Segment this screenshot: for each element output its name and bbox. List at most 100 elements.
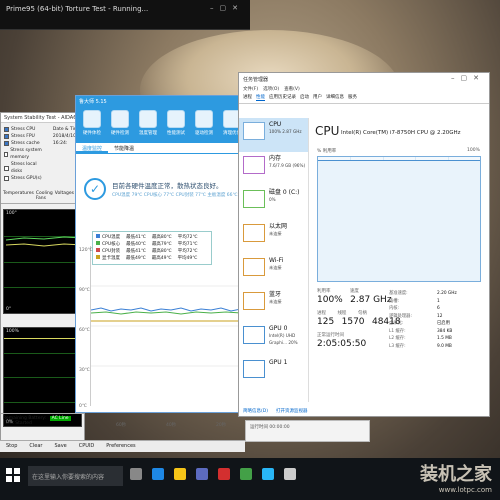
aida64-icon[interactable] (218, 468, 230, 480)
master-lu-tab[interactable]: 温度监控 (76, 143, 109, 153)
master-lu-tool[interactable]: 性能测试 (164, 110, 188, 136)
sidebar-item-name: CPU (269, 121, 282, 128)
stress-option-label: Stress GPU(s) (11, 176, 42, 181)
window-controls[interactable]: –▢✕ (210, 4, 244, 12)
legend-label: 显卡温度 (102, 256, 120, 261)
sidebar-item[interactable]: GPU 0 Intel(R) UHD Graphi... 20% (239, 322, 308, 356)
store-icon[interactable] (196, 468, 208, 480)
master-lu-tab[interactable]: 节能降温 (108, 143, 140, 153)
menu-item[interactable]: 查看(V) (284, 86, 300, 92)
menu-item[interactable]: 选项(O) (263, 86, 279, 92)
master-lu-window[interactable]: 鲁大师 5.15 硬件体检硬件检测温度管理性能测试驱动检测清理优化装机必备 温度… (75, 95, 269, 428)
cpu-usage-chart (317, 156, 481, 282)
checkbox[interactable] (4, 176, 9, 181)
aida-bottom-button[interactable]: Save (54, 443, 66, 450)
legend-avg: 平均72℃ (177, 249, 198, 254)
performance-sidebar: CPU 100% 2.87 GHz 内存 7.6/7.9 GB (96%) 磁盘 0 (… (239, 118, 309, 402)
legend-max: 最高79℃ (151, 242, 172, 247)
master-lu-tool[interactable]: 驱动检测 (192, 110, 216, 136)
tab[interactable]: 详细信息 (326, 94, 344, 101)
spec-row: L1 缓存: 384 KB (389, 328, 489, 336)
tool-icon (167, 110, 185, 128)
tab[interactable]: 用户 (313, 94, 322, 101)
edge-icon[interactable] (152, 468, 164, 480)
checkbox[interactable] (4, 165, 9, 171)
task-manager-icon[interactable] (284, 468, 296, 480)
master-lu-tool[interactable]: 温度管理 (136, 110, 160, 136)
graph2-top-label: 100% (6, 329, 19, 334)
y-tick: 60℃ (79, 328, 90, 333)
resource-monitor-link[interactable]: 打开资源监视器 (276, 408, 308, 414)
master-lu-tool[interactable]: 硬件体检 (80, 110, 104, 136)
sidebar-item[interactable]: 内存 7.6/7.9 GB (96%) (239, 152, 308, 186)
util-stat-label: 利用率 (317, 289, 331, 294)
check-icon: ✓ (84, 178, 106, 200)
legend-swatch (96, 234, 100, 238)
sidebar-item[interactable]: 蓝牙 未连接 (239, 288, 308, 322)
master-lu-icon[interactable] (262, 468, 274, 480)
spec-row: 逻辑处理器: 12 (389, 313, 489, 321)
sidebar-item[interactable]: GPU 1 (239, 356, 308, 390)
task-view-icon[interactable] (130, 468, 142, 480)
tab[interactable]: 服务 (348, 94, 357, 101)
fewer-details-link[interactable]: 简略信息(D) (243, 408, 268, 414)
sidebar-item-value: 未连接 (269, 265, 282, 270)
task-manager-window[interactable]: 任务管理器 –▢✕ 文件(F) 选项(O) 查看(V) 进程 性能 应用历史记录 启动 用户… (238, 72, 490, 417)
master-lu-tabs: 温度监控 节能降温 (76, 143, 244, 154)
prime95-title: Prime95 (64-bit) Torture Test - Running.… (6, 5, 149, 13)
aida-tab[interactable]: Cooling Fans (36, 191, 53, 201)
stress-option-label: Stress FPU (11, 134, 35, 139)
aida-stability-window[interactable]: System Stability Test - AIDA64 Stress CP… (0, 112, 85, 442)
tool-label: 温度管理 (139, 131, 157, 136)
temperature-chart (90, 246, 241, 406)
aida-bottom-button[interactable]: Stop (6, 443, 17, 450)
cpu-usage-graph: 100% 0% (3, 327, 82, 427)
stress-option[interactable]: Stress local disks (4, 161, 48, 175)
sidebar-item[interactable]: CPU 100% 2.87 GHz (239, 118, 308, 152)
third-window[interactable]: 运行时间 00:00:00 (245, 420, 370, 442)
aida-bottom-button[interactable]: Preferences (106, 443, 135, 450)
tool-label: 硬件体检 (83, 131, 101, 136)
aida-bottom-button[interactable]: Clear (29, 443, 42, 450)
sidebar-item[interactable]: 以太网 未连接 (239, 220, 308, 254)
folder-icon[interactable] (174, 468, 186, 480)
legend-avg: 平均72℃ (177, 235, 198, 240)
window-controls[interactable]: –▢✕ (451, 74, 485, 82)
stress-option[interactable]: Stress CPU (4, 126, 48, 133)
mini-graph (243, 292, 265, 310)
aida-tabs: TemperaturesCooling FansVoltagesPow (1, 189, 85, 204)
sidebar-item[interactable]: 磁盘 0 (C:) 0% (239, 186, 308, 220)
util-stat-value: 100% (317, 295, 343, 305)
sidebar-item-value: 7.6/7.9 GB (96%) (269, 163, 306, 168)
stress-option[interactable]: Stress GPU(s) (4, 175, 48, 182)
checkbox[interactable] (4, 151, 9, 157)
sidebar-item[interactable]: Wi-Fi 未连接 (239, 254, 308, 288)
windows-start-icon[interactable] (6, 468, 20, 482)
tab[interactable]: 应用历史记录 (269, 94, 296, 101)
checkbox[interactable] (4, 134, 9, 139)
stress-option[interactable]: Stress cache (4, 140, 48, 147)
spec-label: 虚拟化: (389, 321, 404, 326)
taskbar-search[interactable]: 在这里输入你要搜索的内容 (28, 466, 123, 486)
master-lu-tool[interactable]: 硬件检测 (108, 110, 132, 136)
stress-option[interactable]: Stress FPU (4, 133, 48, 140)
tab[interactable]: 进程 (243, 94, 252, 101)
spec-label: 插槽: (389, 298, 400, 304)
aida-tab[interactable]: Voltages (55, 191, 74, 201)
tool-label: 驱动检测 (195, 131, 213, 136)
tab[interactable]: 性能 (256, 94, 265, 101)
x-tick: 60秒 (116, 423, 127, 428)
aida-tab[interactable]: Temperatures (3, 191, 34, 201)
mini-graph (243, 224, 265, 242)
prime95-icon[interactable] (240, 468, 252, 480)
checkbox[interactable] (4, 141, 9, 146)
stress-option[interactable]: Stress system memory (4, 147, 48, 161)
tab[interactable]: 启动 (300, 94, 309, 101)
menu-item[interactable]: 文件(F) (243, 86, 258, 92)
watermark: 装机之家 www.lotpc.com (420, 460, 492, 494)
cpu-heading: CPU (315, 124, 340, 138)
checkbox[interactable] (4, 127, 9, 132)
taskbar-apps (130, 468, 296, 480)
prime95-window[interactable]: Prime95 (64-bit) Torture Test - Running.… (0, 0, 250, 30)
aida-bottom-button[interactable]: CPUID (79, 443, 95, 450)
